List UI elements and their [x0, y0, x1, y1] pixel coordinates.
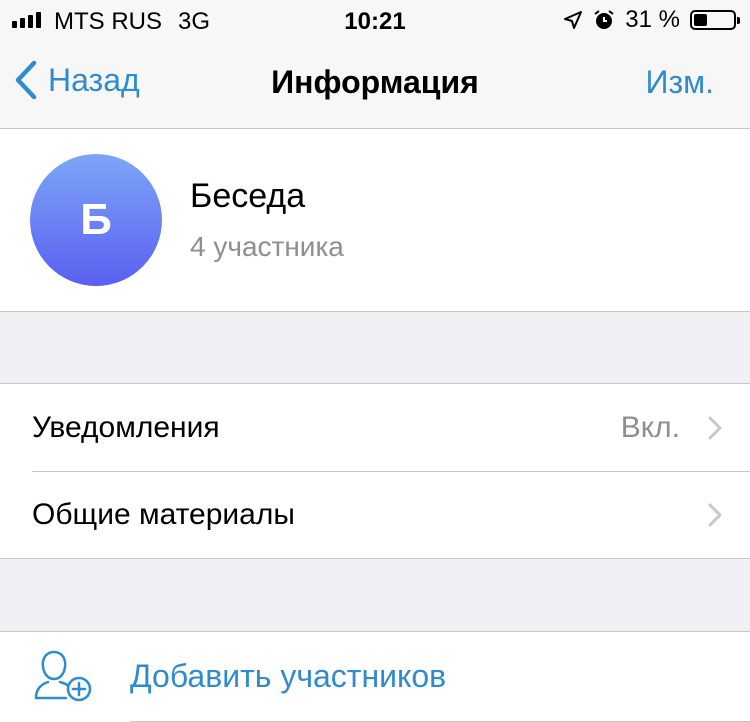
notifications-value: Вкл.: [620, 410, 680, 444]
edit-button[interactable]: Изм.: [645, 64, 714, 101]
chevron-right-icon: [708, 503, 722, 527]
chat-profile: Б Беседа 4 участника: [0, 129, 750, 312]
add-user-icon: [34, 650, 92, 702]
status-right: 31 %: [563, 6, 740, 34]
avatar[interactable]: Б: [30, 154, 162, 286]
status-bar: MTS RUS 3G 10:21 31 %: [0, 0, 750, 40]
battery-percent: 31 %: [625, 6, 680, 33]
notifications-row[interactable]: Уведомления Вкл.: [0, 384, 750, 471]
shared-media-label: Общие материалы: [32, 497, 295, 531]
location-arrow-icon: [564, 11, 583, 29]
alarm-clock-icon: [594, 10, 614, 29]
add-members-button[interactable]: Добавить участников: [0, 631, 750, 722]
member-count: 4 участника: [190, 231, 344, 262]
top-bar: MTS RUS 3G 10:21 31 % Назад Информация И…: [0, 0, 750, 129]
shared-media-row[interactable]: Общие материалы: [0, 471, 750, 558]
chat-name: Беседа: [190, 177, 306, 215]
notifications-label: Уведомления: [32, 410, 220, 444]
settings-group: Уведомления Вкл. Общие материалы: [0, 383, 750, 559]
page-title: Информация: [271, 64, 479, 100]
avatar-letter: Б: [80, 195, 112, 244]
chevron-right-icon: [708, 416, 722, 440]
battery-icon: [690, 10, 740, 30]
add-members-label: Добавить участников: [130, 658, 447, 694]
